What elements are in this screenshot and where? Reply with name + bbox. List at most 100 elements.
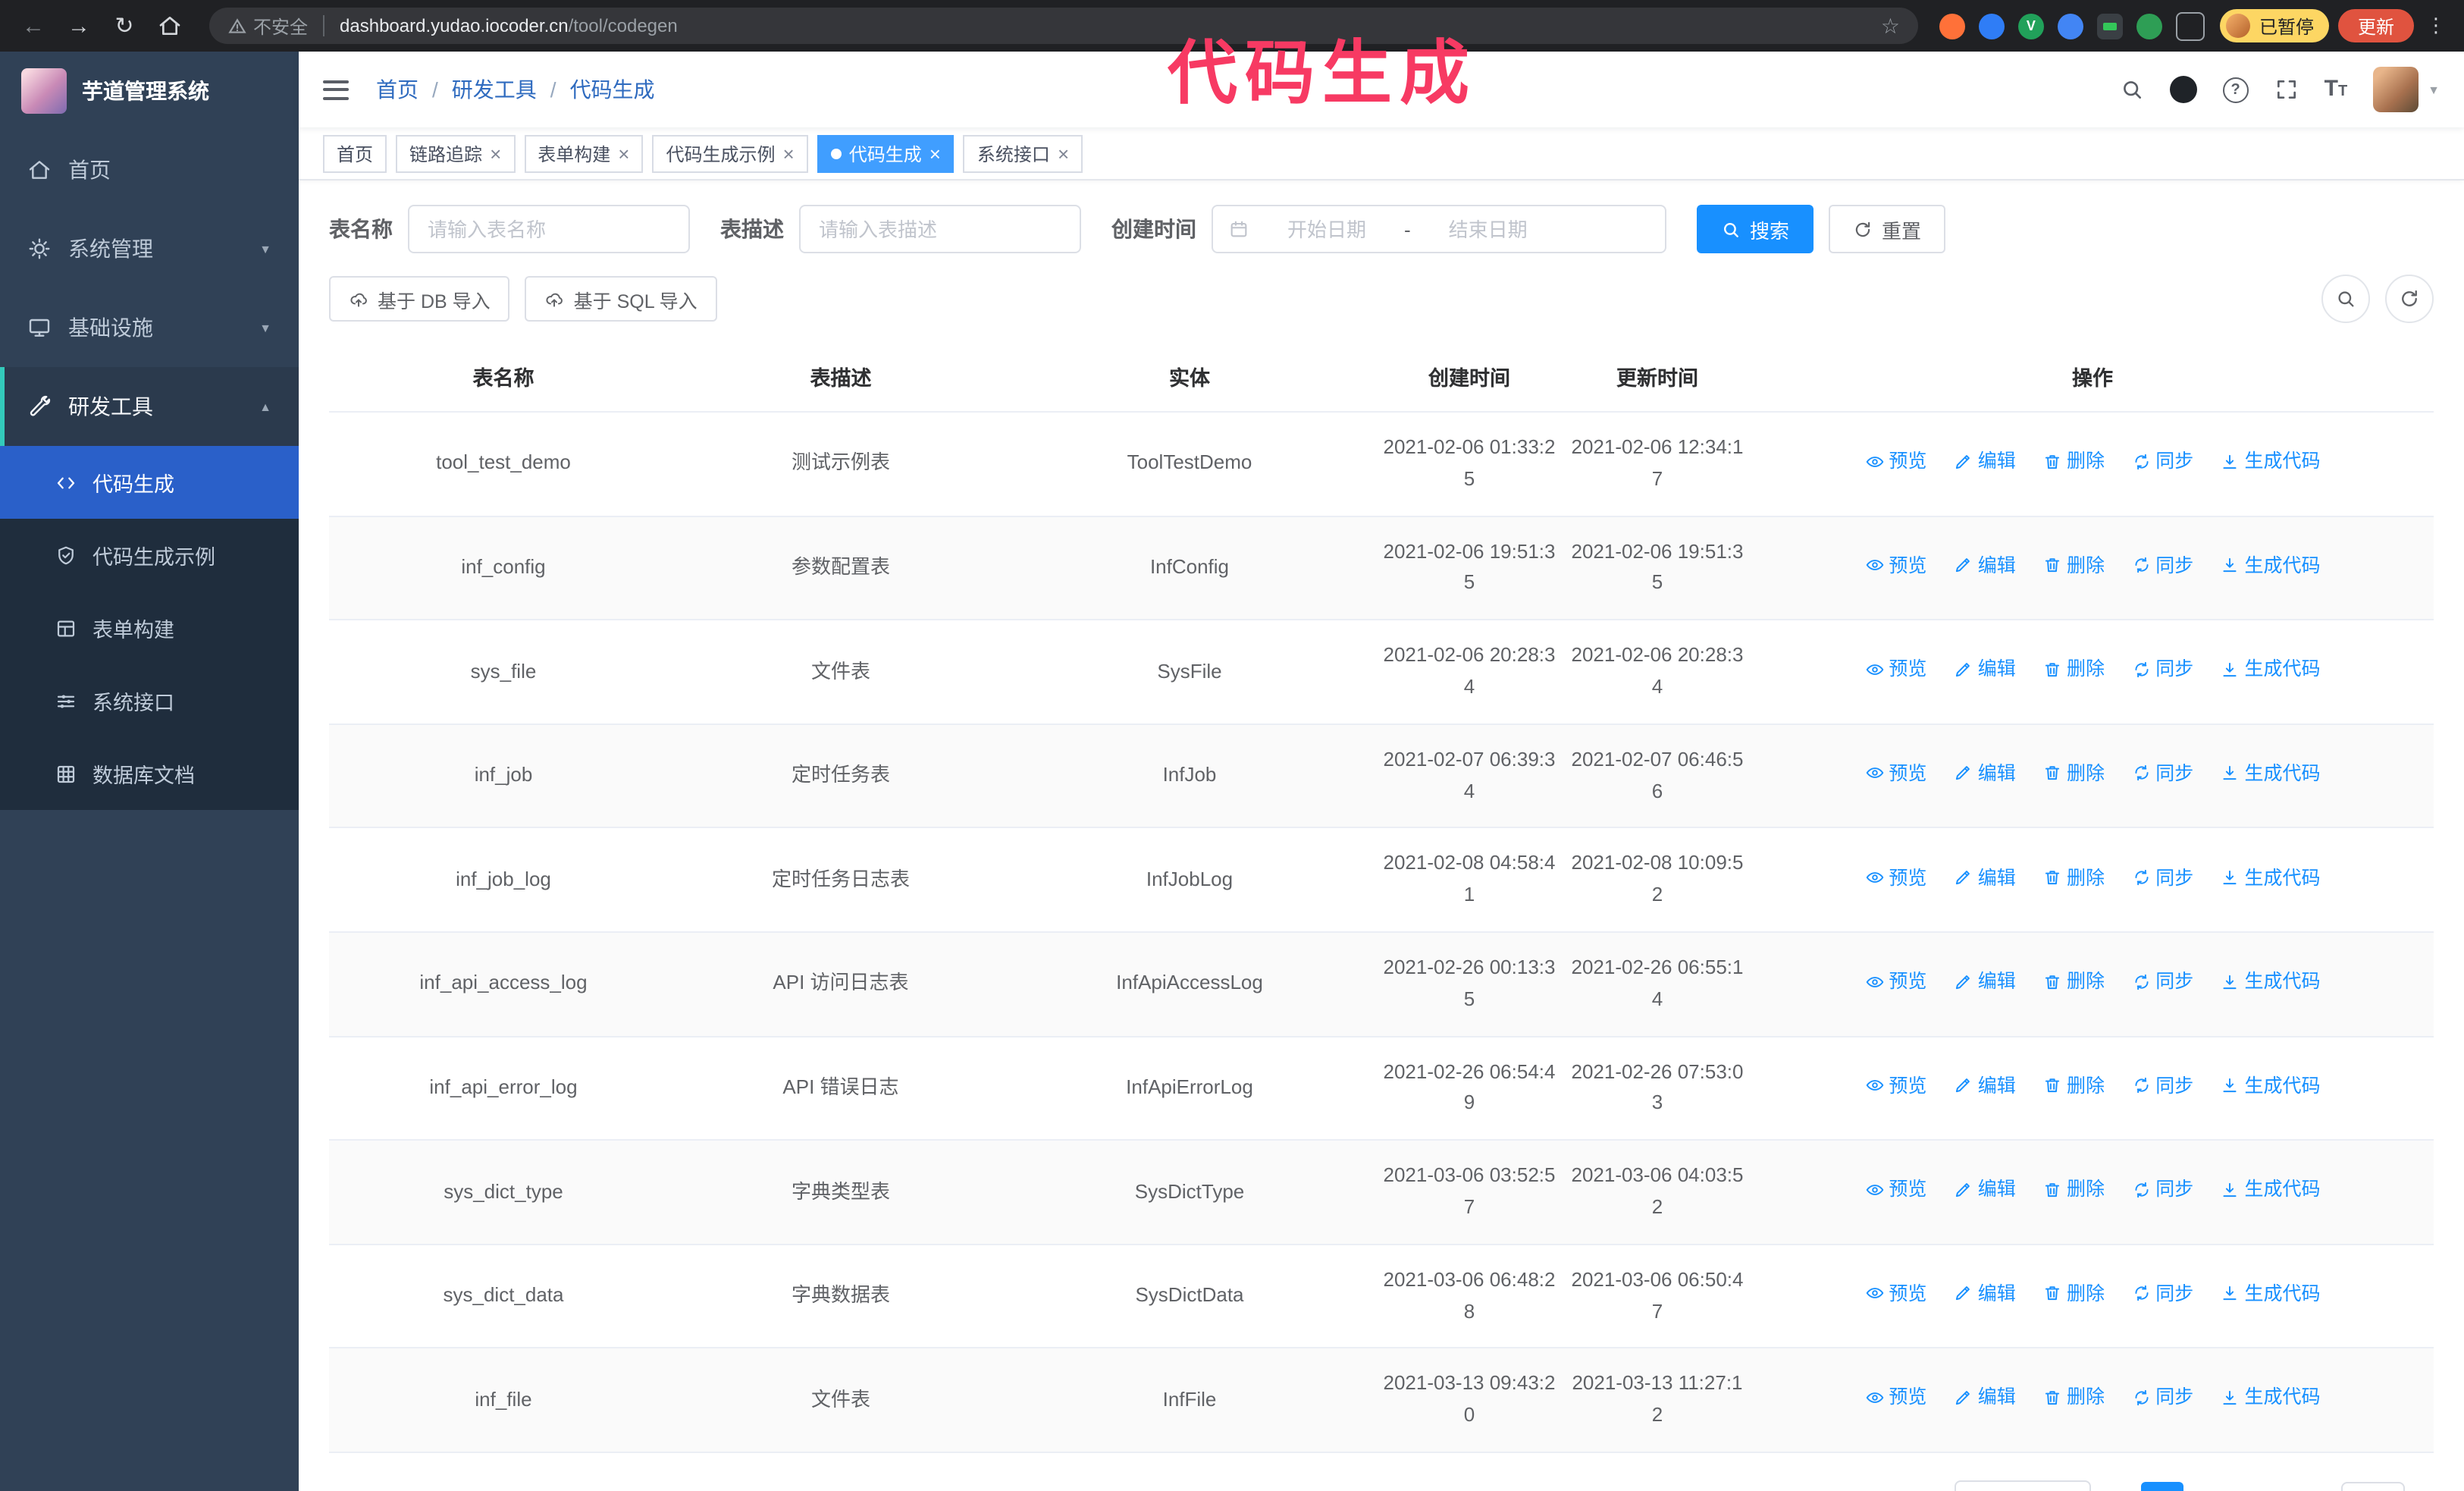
generate-code-link[interactable]: 生成代码: [2221, 654, 2321, 685]
table-desc-input[interactable]: [799, 205, 1081, 253]
generate-code-link[interactable]: 生成代码: [2221, 1383, 2321, 1413]
delete-link[interactable]: 删除: [2042, 966, 2105, 997]
delete-link[interactable]: 删除: [2042, 446, 2105, 476]
generate-code-link[interactable]: 生成代码: [2221, 446, 2321, 476]
not-secure-warning[interactable]: 不安全: [227, 13, 308, 39]
generate-code-link[interactable]: 生成代码: [2221, 1279, 2321, 1309]
delete-link[interactable]: 删除: [2042, 862, 2105, 893]
sidebar-item-dev-tools[interactable]: 研发工具 ▲: [0, 367, 299, 446]
sync-link[interactable]: 同步: [2131, 966, 2193, 997]
help-icon[interactable]: ?: [2222, 77, 2249, 102]
delete-link[interactable]: 删除: [2042, 654, 2105, 685]
bookmark-star-icon[interactable]: ☆: [1881, 13, 1900, 39]
search-button[interactable]: 搜索: [1697, 205, 1814, 253]
goto-page-input[interactable]: [2340, 1481, 2405, 1491]
delete-link[interactable]: 删除: [2042, 1070, 2105, 1100]
sidebar-subitem-system-api[interactable]: 系统接口: [0, 664, 299, 737]
edit-link[interactable]: 编辑: [1954, 1070, 2016, 1100]
preview-link[interactable]: 预览: [1864, 1279, 1926, 1309]
generate-code-link[interactable]: 生成代码: [2221, 966, 2321, 997]
reload-icon[interactable]: ↻: [106, 8, 143, 44]
search-icon[interactable]: [2120, 77, 2144, 102]
delete-link[interactable]: 删除: [2042, 1383, 2105, 1413]
tag-link-trace[interactable]: 链路追踪 ×: [396, 134, 516, 172]
edit-link[interactable]: 编辑: [1954, 1175, 2016, 1205]
hamburger-icon[interactable]: [323, 80, 349, 99]
back-icon[interactable]: ←: [15, 8, 52, 44]
edit-link[interactable]: 编辑: [1954, 550, 2016, 580]
sidebar-subitem-codegen[interactable]: 代码生成: [0, 446, 299, 519]
close-icon[interactable]: ×: [1058, 143, 1069, 163]
edit-link[interactable]: 编辑: [1954, 654, 2016, 685]
edit-link[interactable]: 编辑: [1954, 1279, 2016, 1309]
sidebar-subitem-codegen-example[interactable]: 代码生成示例: [0, 519, 299, 592]
date-range-picker[interactable]: -: [1212, 205, 1666, 253]
sync-link[interactable]: 同步: [2131, 758, 2193, 789]
extension-icon-4[interactable]: [2057, 13, 2083, 39]
extension-icon-6[interactable]: [2136, 13, 2162, 39]
sync-link[interactable]: 同步: [2131, 1383, 2193, 1413]
page-size-select[interactable]: 10条/页 ▼: [1954, 1480, 2091, 1491]
edit-link[interactable]: 编辑: [1954, 862, 2016, 893]
edit-link[interactable]: 编辑: [1954, 1383, 2016, 1413]
close-icon[interactable]: ×: [490, 143, 501, 163]
forward-icon[interactable]: →: [61, 8, 97, 44]
browser-home-icon[interactable]: [152, 8, 188, 44]
delete-link[interactable]: 删除: [2042, 1175, 2105, 1205]
sync-link[interactable]: 同步: [2131, 550, 2193, 580]
page-button-1[interactable]: 1: [2141, 1481, 2184, 1491]
sync-link[interactable]: 同步: [2131, 446, 2193, 476]
tag-form-builder[interactable]: 表单构建 ×: [524, 134, 644, 172]
generate-code-link[interactable]: 生成代码: [2221, 1070, 2321, 1100]
toggle-search-button[interactable]: [2321, 275, 2370, 323]
import-sql-button[interactable]: 基于 SQL 导入: [525, 276, 717, 322]
breadcrumb-parent[interactable]: 研发工具: [452, 74, 537, 105]
extension-icon-3[interactable]: V: [2017, 13, 2044, 39]
preview-link[interactable]: 预览: [1864, 1175, 1926, 1205]
sidebar-item-home[interactable]: 首页: [0, 130, 299, 209]
delete-link[interactable]: 删除: [2042, 758, 2105, 789]
close-icon[interactable]: ×: [618, 143, 629, 163]
browser-update-button[interactable]: 更新: [2337, 9, 2414, 42]
preview-link[interactable]: 预览: [1864, 966, 1926, 997]
generate-code-link[interactable]: 生成代码: [2221, 758, 2321, 789]
profile-paused-badge[interactable]: 已暂停: [2219, 9, 2329, 42]
font-size-icon[interactable]: TT: [2324, 76, 2348, 103]
start-date-input[interactable]: [1259, 216, 1395, 242]
end-date-input[interactable]: [1419, 216, 1556, 242]
browser-menu-icon[interactable]: ⋮: [2423, 14, 2449, 38]
sync-link[interactable]: 同步: [2131, 654, 2193, 685]
preview-link[interactable]: 预览: [1864, 654, 1926, 685]
table-name-input[interactable]: [408, 205, 690, 253]
generate-code-link[interactable]: 生成代码: [2221, 1175, 2321, 1205]
fullscreen-icon[interactable]: [2274, 77, 2299, 102]
sync-link[interactable]: 同步: [2131, 1279, 2193, 1309]
sync-link[interactable]: 同步: [2131, 1175, 2193, 1205]
preview-link[interactable]: 预览: [1864, 758, 1926, 789]
preview-link[interactable]: 预览: [1864, 862, 1926, 893]
edit-link[interactable]: 编辑: [1954, 758, 2016, 789]
tag-codegen-example[interactable]: 代码生成示例 ×: [652, 134, 808, 172]
user-menu[interactable]: ▼: [2373, 67, 2440, 112]
sidebar-item-infrastructure[interactable]: 基础设施 ▼: [0, 288, 299, 367]
refresh-table-button[interactable]: [2385, 275, 2434, 323]
edit-link[interactable]: 编辑: [1954, 966, 2016, 997]
preview-link[interactable]: 预览: [1864, 1383, 1926, 1413]
tag-home[interactable]: 首页: [323, 134, 387, 172]
sync-link[interactable]: 同步: [2131, 1070, 2193, 1100]
address-bar[interactable]: 不安全 dashboard.yudao.iocoder.cn/tool/code…: [209, 8, 1918, 44]
page-button-2[interactable]: 2: [2199, 1482, 2242, 1491]
preview-link[interactable]: 预览: [1864, 1070, 1926, 1100]
breadcrumb-home[interactable]: 首页: [376, 74, 419, 105]
extension-icon-5[interactable]: [2096, 13, 2123, 39]
preview-link[interactable]: 预览: [1864, 550, 1926, 580]
sync-link[interactable]: 同步: [2131, 862, 2193, 893]
generate-code-link[interactable]: 生成代码: [2221, 862, 2321, 893]
extension-icon-2[interactable]: [1978, 13, 2005, 39]
github-icon[interactable]: [2169, 76, 2197, 103]
delete-link[interactable]: 删除: [2042, 550, 2105, 580]
tag-system-api[interactable]: 系统接口 ×: [963, 134, 1083, 172]
tag-codegen[interactable]: 代码生成 ×: [817, 134, 955, 172]
reset-button[interactable]: 重置: [1829, 205, 1946, 253]
close-icon[interactable]: ×: [929, 143, 941, 163]
